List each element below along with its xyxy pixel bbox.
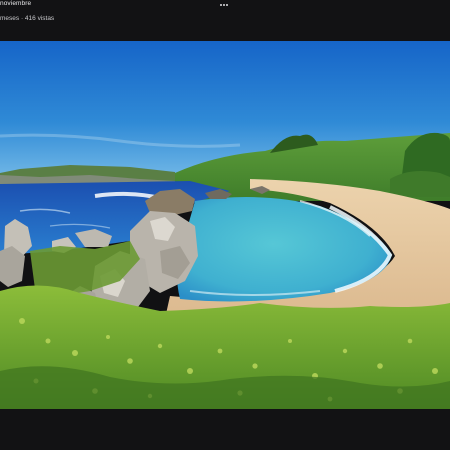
post-date-label: noviembre — [0, 0, 32, 7]
bottom-bar — [0, 409, 450, 450]
post-meta-label: meses · 416 vistas — [0, 15, 55, 22]
photo-viewer-screen: noviembre meses · 416 vistas — [0, 0, 450, 450]
more-options-icon[interactable] — [214, 1, 234, 9]
beach-photo[interactable] — [0, 41, 450, 409]
top-bar: noviembre meses · 416 vistas — [0, 0, 450, 41]
